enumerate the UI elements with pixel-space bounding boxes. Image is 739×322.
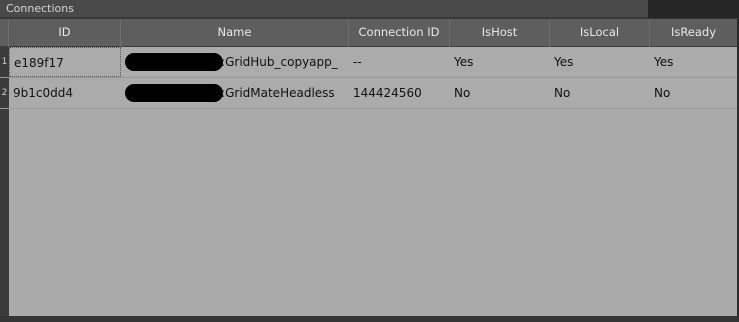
cell-isready[interactable]: Yes (650, 47, 737, 77)
column-header-islocal[interactable]: IsLocal (550, 19, 650, 47)
row-number[interactable]: 2 (0, 78, 9, 108)
corner-header (0, 19, 9, 47)
column-header-isready[interactable]: IsReady (650, 19, 737, 47)
name-suffix: ::GridHub_copyapp_ (217, 55, 338, 69)
tab-bar-filler (648, 0, 739, 18)
table-row[interactable]: 2 9b1c0dd4 ::GridMateHeadless 144424560 … (0, 78, 737, 109)
column-header-connection-id[interactable]: Connection ID (349, 19, 450, 47)
redaction-block (125, 53, 223, 71)
table-row[interactable]: 1 e189f17 ::GridHub_copyapp_ -- Yes Yes … (0, 47, 737, 78)
cell-id[interactable]: 9b1c0dd4 (9, 78, 121, 108)
cell-connection-id[interactable]: -- (349, 47, 450, 77)
column-header-id[interactable]: ID (9, 19, 121, 47)
column-header-name[interactable]: Name (121, 19, 349, 47)
cell-name[interactable]: ::GridHub_copyapp_ (121, 47, 349, 77)
table-header-row: ID Name Connection ID IsHost IsLocal IsR… (0, 19, 737, 47)
cell-id[interactable]: e189f17 (9, 47, 121, 77)
tab-connections[interactable]: Connections (0, 0, 648, 18)
cell-connection-id[interactable]: 144424560 (349, 78, 450, 108)
cell-ishost[interactable]: No (450, 78, 550, 108)
cell-islocal[interactable]: Yes (550, 47, 650, 77)
connections-panel: Connections ID Name Connection ID IsHost… (0, 0, 739, 322)
row-number[interactable]: 1 (0, 47, 9, 77)
cell-isready[interactable]: No (650, 78, 737, 108)
connections-table: ID Name Connection ID IsHost IsLocal IsR… (0, 19, 737, 316)
cell-islocal[interactable]: No (550, 78, 650, 108)
cell-ishost[interactable]: Yes (450, 47, 550, 77)
bottom-edge-strip (0, 316, 739, 322)
cell-name[interactable]: ::GridMateHeadless (121, 78, 349, 108)
tab-bar: Connections (0, 0, 739, 18)
name-suffix: ::GridMateHeadless (217, 86, 335, 100)
column-header-ishost[interactable]: IsHost (450, 19, 550, 47)
redaction-block (125, 84, 223, 102)
